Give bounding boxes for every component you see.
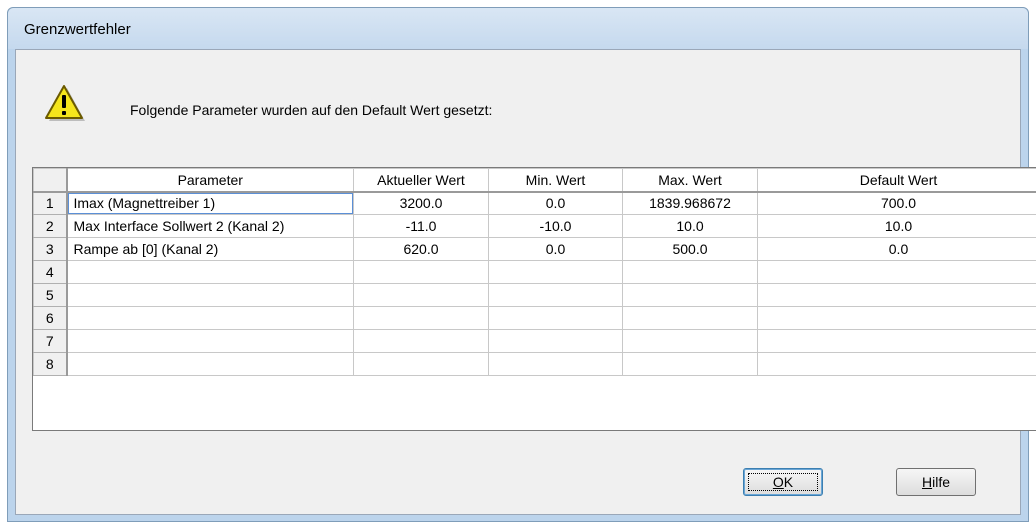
help-button[interactable]: Hilfe [896, 468, 976, 496]
column-header[interactable]: Aktueller Wert [353, 168, 489, 193]
value-cell[interactable]: 500.0 [622, 237, 758, 261]
parameter-cell[interactable]: Imax (Magnettreiber 1) [66, 191, 354, 215]
table-row[interactable]: 6 [33, 306, 1036, 330]
dialog-client-area: Folgende Parameter wurden auf den Defaul… [15, 49, 1036, 515]
row-number-header[interactable]: 6 [33, 306, 68, 330]
value-cell[interactable] [757, 306, 1036, 330]
value-cell[interactable] [622, 329, 758, 353]
info-message: Folgende Parameter wurden auf den Defaul… [130, 102, 493, 118]
ok-button[interactable]: OK [743, 468, 823, 496]
parameter-cell[interactable] [66, 283, 354, 307]
table-row[interactable]: 7 [33, 329, 1036, 353]
value-cell[interactable]: 0.0 [488, 237, 623, 261]
parameter-grid[interactable]: Parameter Aktueller Wert Min. Wert Max. … [32, 167, 1036, 431]
value-cell[interactable] [353, 260, 489, 284]
value-cell[interactable] [757, 352, 1036, 376]
value-cell[interactable] [622, 352, 758, 376]
value-cell[interactable] [353, 352, 489, 376]
value-cell[interactable] [757, 283, 1036, 307]
row-number-header[interactable]: 7 [33, 329, 68, 353]
parameter-cell[interactable] [66, 352, 354, 376]
value-cell[interactable] [622, 306, 758, 330]
value-cell[interactable] [622, 283, 758, 307]
parameter-cell[interactable] [66, 260, 354, 284]
value-cell[interactable] [353, 306, 489, 330]
warning-icon [45, 85, 85, 121]
table-row[interactable]: 8 [33, 352, 1036, 376]
value-cell[interactable] [488, 329, 623, 353]
column-header[interactable]: Default Wert [757, 168, 1036, 193]
value-cell[interactable]: -11.0 [353, 214, 489, 238]
parameter-cell[interactable]: Rampe ab [0] (Kanal 2) [66, 237, 354, 261]
value-cell[interactable] [488, 283, 623, 307]
row-number-header[interactable]: 8 [33, 352, 68, 376]
focus-rectangle [748, 473, 818, 491]
title-bar[interactable]: Grenzwertfehler [8, 8, 1028, 49]
dialog-title: Grenzwertfehler [24, 21, 131, 38]
help-button-label: Hilfe [921, 474, 951, 490]
value-cell[interactable] [757, 329, 1036, 353]
parameter-cell[interactable] [66, 329, 354, 353]
value-cell[interactable]: 10.0 [757, 214, 1036, 238]
column-header[interactable]: Min. Wert [488, 168, 623, 193]
row-number-header[interactable]: 5 [33, 283, 68, 307]
value-cell[interactable] [488, 352, 623, 376]
value-cell[interactable] [488, 260, 623, 284]
table-row[interactable]: 1 Imax (Magnettreiber 1) 3200.0 0.0 1839.968… [33, 191, 1036, 215]
column-header[interactable]: Parameter [66, 168, 354, 193]
value-cell[interactable]: 0.0 [757, 237, 1036, 261]
parameter-cell[interactable] [66, 306, 354, 330]
table-row[interactable]: 4 [33, 260, 1036, 284]
row-number-header[interactable]: 1 [33, 191, 68, 215]
value-cell[interactable]: 10.0 [622, 214, 758, 238]
table-header-row: Parameter Aktueller Wert Min. Wert Max. … [33, 168, 1036, 193]
corner-cell[interactable] [33, 168, 68, 193]
column-header[interactable]: Max. Wert [622, 168, 758, 193]
value-cell[interactable] [622, 260, 758, 284]
value-cell[interactable]: 3200.0 [353, 191, 489, 215]
value-cell[interactable]: -10.0 [488, 214, 623, 238]
value-cell[interactable] [488, 306, 623, 330]
table-row[interactable]: 5 [33, 283, 1036, 307]
table-row[interactable]: 3 Rampe ab [0] (Kanal 2) 620.0 0.0 500.0 0.0 [33, 237, 1036, 261]
dialog-window: Grenzwertfehler Folgende Parameter wurde… [7, 7, 1036, 522]
value-cell[interactable] [353, 283, 489, 307]
table-row[interactable]: 2 Max Interface Sollwert 2 (Kanal 2) -11.0… [33, 214, 1036, 238]
value-cell[interactable]: 1839.968672 [622, 191, 758, 215]
parameter-table: Parameter Aktueller Wert Min. Wert Max. … [33, 168, 1036, 376]
value-cell[interactable]: 700.0 [757, 191, 1036, 215]
value-cell[interactable]: 620.0 [353, 237, 489, 261]
row-number-header[interactable]: 2 [33, 214, 68, 238]
row-number-header[interactable]: 3 [33, 237, 68, 261]
value-cell[interactable] [353, 329, 489, 353]
value-cell[interactable] [757, 260, 1036, 284]
row-number-header[interactable]: 4 [33, 260, 68, 284]
parameter-cell[interactable]: Max Interface Sollwert 2 (Kanal 2) [66, 214, 354, 238]
value-cell[interactable]: 0.0 [488, 191, 623, 215]
